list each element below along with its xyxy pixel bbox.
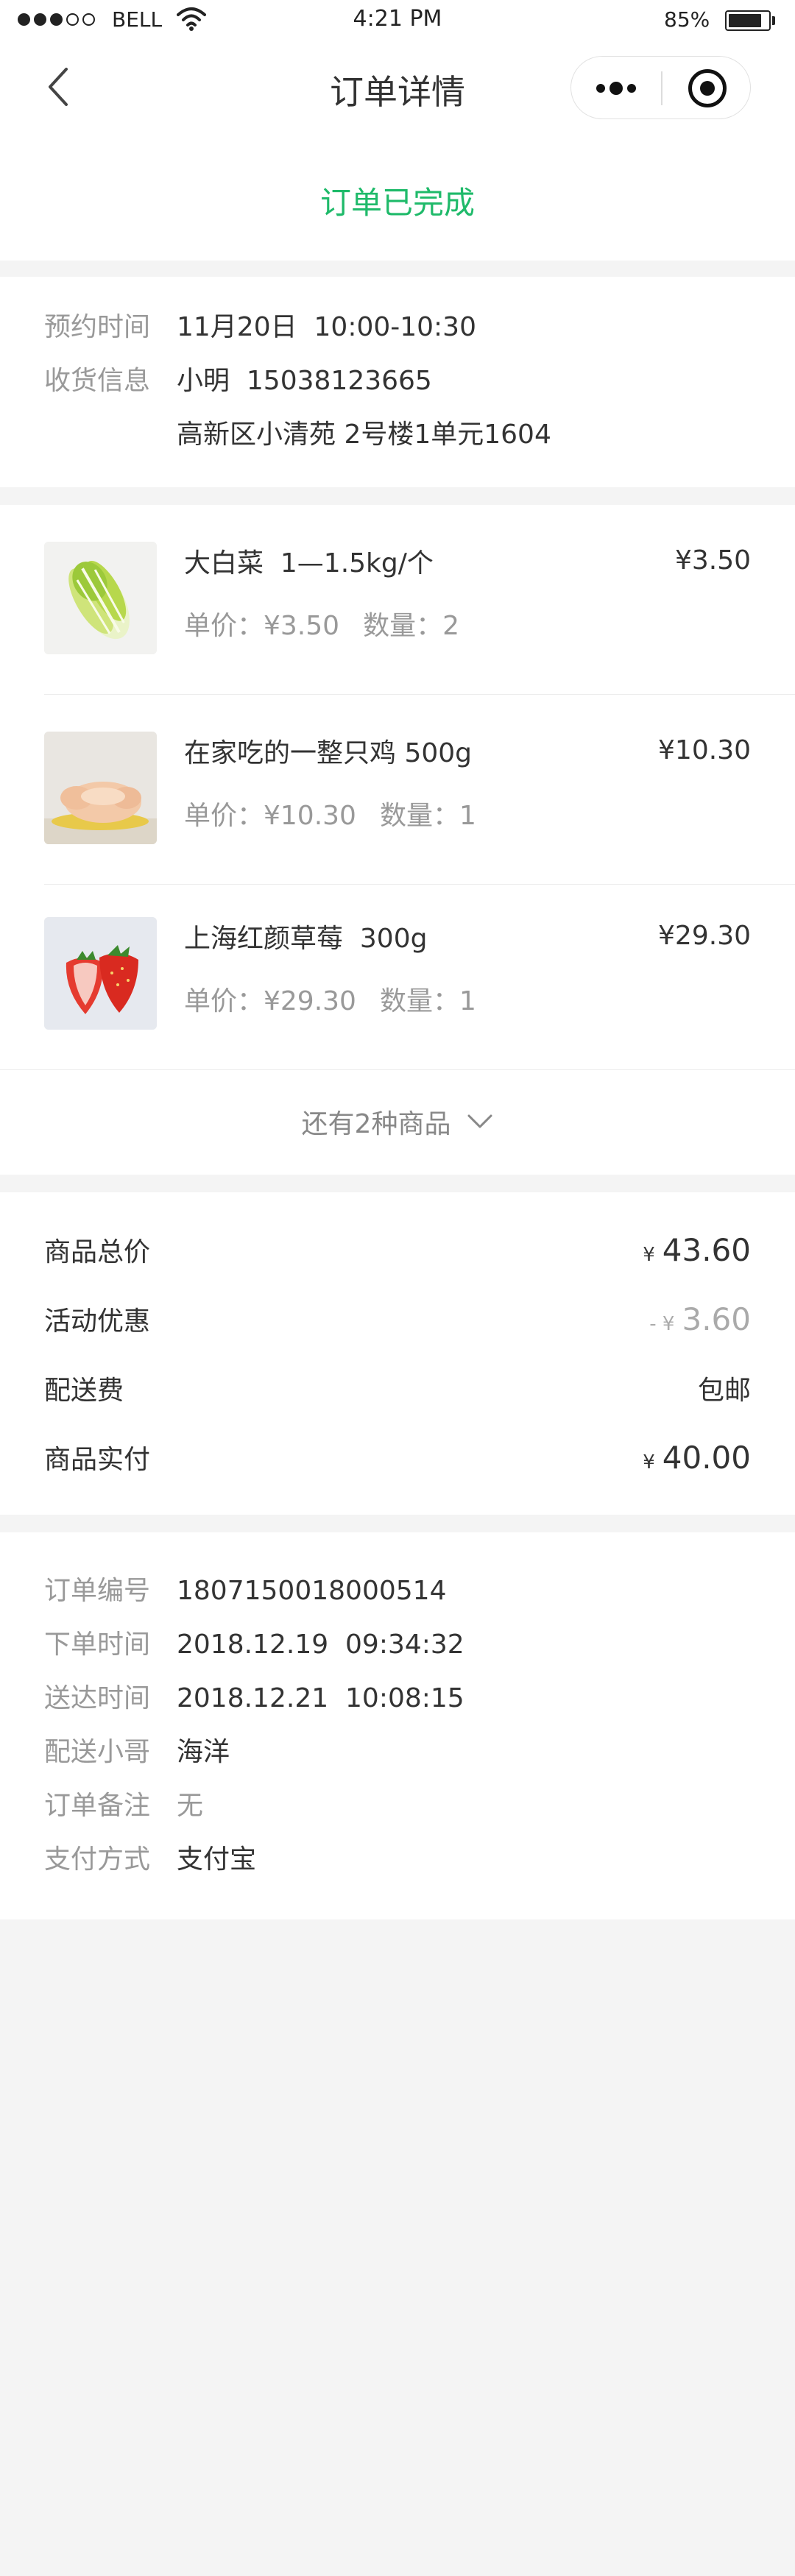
more-dots-icon <box>596 84 605 93</box>
receiver-address-row: 高新区小清苑 2号楼1单元1604 <box>44 417 551 453</box>
product-name: 在家吃的一整只鸡 500g <box>184 738 473 768</box>
whole-chicken-image <box>44 732 157 844</box>
meta-label: 配送小哥 <box>44 1737 151 1767</box>
currency-symbol: ¥ <box>643 1451 655 1473</box>
target-circle-icon <box>688 69 727 107</box>
product-price: ¥29.30 <box>658 921 751 951</box>
product-price: ¥10.30 <box>658 735 751 765</box>
order-status-text: 订单已完成 <box>319 185 475 221</box>
order-number-row: 订单编号 1807150018000514 <box>44 1573 446 1610</box>
more-goods-label: 还有2种商品 <box>301 1108 451 1139</box>
product-name: 上海红颜草莓 300g <box>184 924 428 954</box>
product-price: ¥3.50 <box>674 545 751 576</box>
price-summary-card: 商品总价 ¥ 43.60 活动优惠 - ¥ 3.60 配送费 包邮 商品实付 ¥… <box>0 1192 795 1515</box>
order-time-row: 下单时间 2018.12.19 09:34:32 <box>44 1627 464 1663</box>
product-name: 大白菜 1—1.5kg/个 <box>184 548 434 578</box>
meta-label: 订单备注 <box>44 1791 151 1821</box>
battery-percentage: 85% <box>664 7 710 32</box>
paid-value: ¥ 40.00 <box>643 1440 751 1476</box>
order-number: 1807150018000514 <box>177 1576 447 1606</box>
product-unit-price: 单价：¥10.30 <box>184 801 356 831</box>
paid-label: 商品实付 <box>44 1445 151 1475</box>
list-item[interactable]: 大白菜 1—1.5kg/个 单价：¥3.50 数量：2 ¥3.50 <box>0 505 795 695</box>
close-miniprogram-button[interactable] <box>662 57 752 120</box>
product-quantity: 数量：2 <box>363 611 459 641</box>
discount-row: 活动优惠 - ¥ 3.60 <box>44 1297 751 1341</box>
shipping-value: 包邮 <box>697 1376 751 1406</box>
product-meta: 单价：¥10.30 数量：1 <box>184 794 476 832</box>
more-dots-icon-right <box>627 84 636 93</box>
order-note: 无 <box>177 1791 204 1821</box>
order-note-row: 订单备注 无 <box>44 1788 203 1825</box>
paid-row: 商品实付 ¥ 40.00 <box>44 1435 751 1479</box>
list-item[interactable]: 上海红颜草莓 300g 单价：¥29.30 数量：1 ¥29.30 <box>0 880 795 1070</box>
courier-name: 海洋 <box>177 1737 230 1767</box>
payment-method: 支付宝 <box>177 1844 257 1875</box>
delivery-time: 2018.12.21 10:08:15 <box>177 1683 464 1713</box>
status-bar: BELL 4:21 PM 85% <box>0 0 795 40</box>
product-meta: 单价：¥3.50 数量：2 <box>184 604 459 643</box>
payment-method-row: 支付方式 支付宝 <box>44 1841 256 1878</box>
meta-label: 送达时间 <box>44 1683 151 1713</box>
battery-icon <box>725 10 771 31</box>
delivery-time-row: 送达时间 2018.12.21 10:08:15 <box>44 1680 464 1717</box>
meta-label: 订单编号 <box>44 1576 151 1606</box>
miniprogram-capsule <box>570 56 751 119</box>
appointment-value: 11月20日 10:00-10:30 <box>177 312 476 342</box>
total-price-value: ¥ 43.60 <box>643 1232 751 1268</box>
order-meta-card: 订单编号 1807150018000514 下单时间 2018.12.19 09… <box>0 1532 795 1919</box>
more-options-button[interactable] <box>571 57 661 120</box>
total-price-amount: 43.60 <box>662 1231 751 1268</box>
shipping-label: 配送费 <box>44 1376 124 1406</box>
more-dots-icon-center <box>610 82 623 95</box>
navigation-bar: 订单详情 <box>0 40 795 135</box>
product-quantity: 数量：1 <box>379 801 476 831</box>
discount-amount: 3.60 <box>682 1301 751 1337</box>
show-more-goods-button[interactable]: 还有2种商品 <box>0 1068 795 1175</box>
paid-amount: 40.00 <box>662 1439 751 1476</box>
product-quantity: 数量：1 <box>379 986 476 1016</box>
discount-label: 活动优惠 <box>44 1306 151 1337</box>
appointment-label: 预约时间 <box>44 312 151 342</box>
product-list-card: 大白菜 1—1.5kg/个 单价：¥3.50 数量：2 ¥3.50 在家吃的一整… <box>0 505 795 1175</box>
currency-symbol: ¥ <box>643 1243 655 1266</box>
napa-cabbage-image <box>44 542 157 654</box>
total-price-row: 商品总价 ¥ 43.60 <box>44 1228 751 1272</box>
shipping-row: 配送费 包邮 <box>44 1366 751 1410</box>
product-unit-price: 单价：¥3.50 <box>184 611 340 641</box>
receiver-label: 收货信息 <box>44 366 151 396</box>
discount-value: - ¥ 3.60 <box>649 1301 751 1337</box>
discount-symbol: - ¥ <box>649 1312 675 1335</box>
total-price-label: 商品总价 <box>44 1237 151 1267</box>
product-meta: 单价：¥29.30 数量：1 <box>184 980 476 1018</box>
product-unit-price: 单价：¥29.30 <box>184 986 356 1016</box>
receiver-row: 收货信息 小明 15038123665 <box>44 363 432 400</box>
delivery-info-card: 预约时间 11月20日 10:00-10:30 收货信息 小明 15038123… <box>0 277 795 487</box>
chevron-down-icon <box>467 1114 492 1128</box>
strawberry-image <box>44 917 157 1030</box>
meta-label: 支付方式 <box>44 1844 151 1875</box>
courier-row: 配送小哥 海洋 <box>44 1734 230 1771</box>
appointment-row: 预约时间 11月20日 10:00-10:30 <box>44 309 476 346</box>
order-status-banner: 订单已完成 <box>0 135 795 261</box>
meta-label: 下单时间 <box>44 1630 151 1660</box>
order-time: 2018.12.19 09:34:32 <box>177 1630 464 1660</box>
battery-cap <box>772 16 775 25</box>
list-item[interactable]: 在家吃的一整只鸡 500g 单价：¥10.30 数量：1 ¥10.30 <box>0 695 795 885</box>
receiver-name-phone: 小明 15038123665 <box>177 366 432 396</box>
receiver-address-spacer <box>44 417 177 453</box>
receiver-address: 高新区小清苑 2号楼1单元1604 <box>177 420 551 450</box>
